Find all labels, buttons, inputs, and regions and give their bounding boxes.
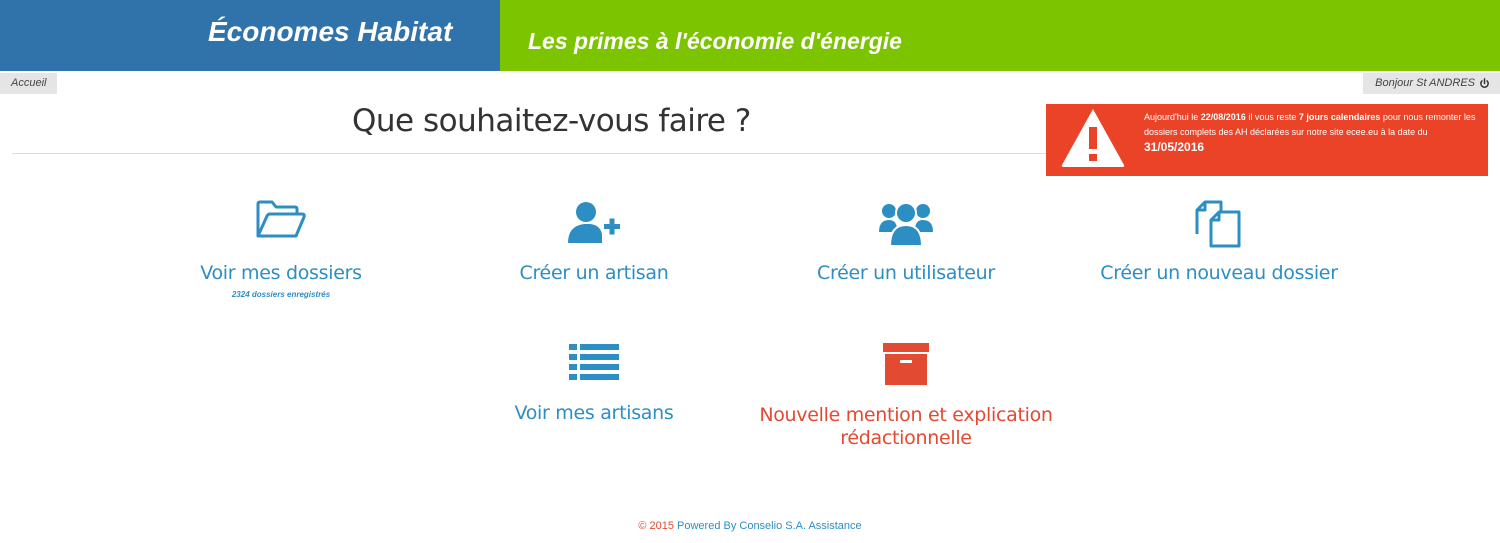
power-icon[interactable] — [1479, 78, 1490, 89]
header-tagline-bar: Les primes à l'économie d'énergie — [500, 0, 1500, 71]
footer-powered-link[interactable]: Powered By Conselio S.A. Assistance — [677, 520, 862, 532]
archive-box-icon — [883, 343, 929, 385]
view-files-label: Voir mes dossiers — [200, 262, 362, 284]
create-file-button[interactable]: Créer un nouveau dossier — [1094, 200, 1344, 284]
footer-copyright: © 2015 — [638, 520, 674, 532]
page-title: Que souhaitez-vous faire ? — [352, 103, 751, 139]
deadline-alert: Aujourd'hui le 22/08/2016 il vous reste … — [1046, 104, 1488, 176]
alert-text-2: il vous reste — [1245, 112, 1299, 122]
view-artisans-label: Voir mes artisans — [514, 402, 674, 424]
user-plus-icon — [568, 202, 620, 243]
user-greeting: Bonjour St ANDRES — [1375, 77, 1475, 89]
create-artisan-label: Créer un artisan — [519, 262, 669, 284]
header-brand-bar: Économes Habitat — [0, 0, 500, 71]
alert-days: 7 jours calendaires — [1298, 112, 1381, 122]
user-menu[interactable]: Bonjour St ANDRES — [1363, 73, 1500, 94]
list-icon — [569, 344, 619, 380]
brand-title: Économes Habitat — [208, 16, 453, 47]
alert-date: 22/08/2016 — [1200, 112, 1246, 122]
breadcrumb-home[interactable]: Accueil — [0, 73, 58, 94]
alert-message: Aujourd'hui le 22/08/2016 il vous reste … — [1144, 110, 1480, 156]
folder-open-icon — [256, 200, 306, 238]
files-count: 2324 dossiers enregistrés — [231, 290, 331, 299]
warning-icon — [1061, 109, 1125, 167]
create-artisan-button[interactable]: Créer un artisan — [494, 200, 694, 284]
create-file-label: Créer un nouveau dossier — [1100, 262, 1338, 284]
alert-text-1: Aujourd'hui le — [1144, 112, 1201, 122]
title-divider — [12, 153, 1052, 154]
view-files-button[interactable]: Voir mes dossiers 2324 dossiers enregist… — [181, 200, 381, 299]
users-icon — [879, 202, 933, 246]
alert-deadline: 31/05/2016 — [1144, 140, 1205, 154]
view-artisans-button[interactable]: Voir mes artisans — [494, 344, 694, 424]
create-user-label: Créer un utilisateur — [817, 262, 995, 284]
new-mention-button[interactable]: Nouvelle mention et explication rédactio… — [756, 343, 1056, 450]
create-user-button[interactable]: Créer un utilisateur — [806, 200, 1006, 284]
footer: © 2015 Powered By Conselio S.A. Assistan… — [0, 520, 1500, 532]
new-mention-label: Nouvelle mention et explication rédactio… — [759, 404, 1053, 449]
copy-files-icon — [1195, 200, 1241, 248]
brand-tagline: Les primes à l'économie d'énergie — [528, 28, 902, 54]
